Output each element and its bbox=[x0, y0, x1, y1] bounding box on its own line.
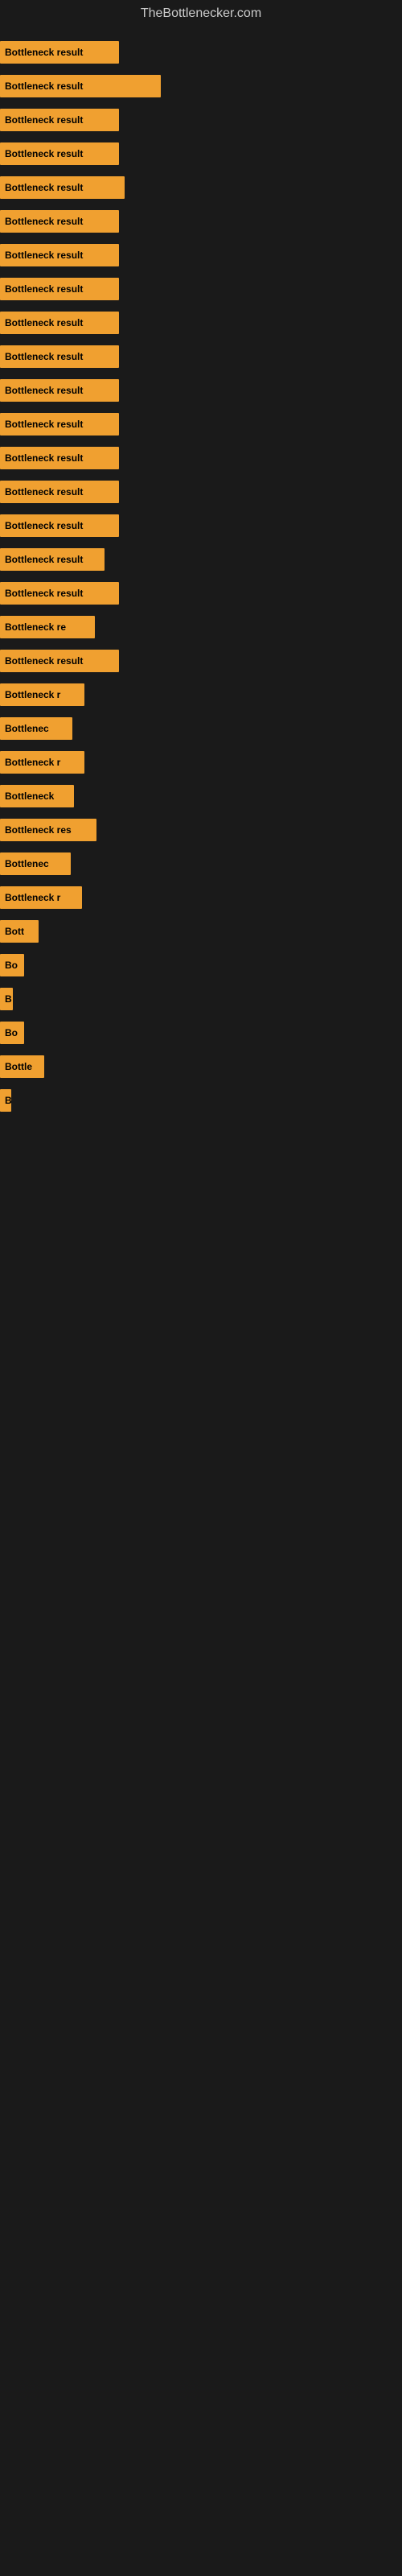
bar-label: B bbox=[5, 993, 12, 1005]
bar-row: Bo bbox=[0, 948, 402, 982]
bottleneck-bar[interactable]: B bbox=[0, 1089, 11, 1112]
bottleneck-bar[interactable]: Bottlenec bbox=[0, 852, 71, 875]
bar-row: Bottleneck result bbox=[0, 204, 402, 238]
bottleneck-bar[interactable]: Bottleneck result bbox=[0, 278, 119, 300]
bar-label: Bottleneck result bbox=[5, 655, 83, 667]
bottleneck-bar[interactable]: Bottleneck result bbox=[0, 582, 119, 605]
bar-row: Bottlenec bbox=[0, 847, 402, 881]
bar-row: Bottleneck result bbox=[0, 238, 402, 272]
bar-label: Bottleneck result bbox=[5, 148, 83, 159]
bar-row: Bottleneck bbox=[0, 779, 402, 813]
bar-label: Bottleneck result bbox=[5, 385, 83, 396]
bar-row: Bottle bbox=[0, 1050, 402, 1084]
bar-label: Bottleneck r bbox=[5, 689, 60, 700]
bar-label: Bottlenec bbox=[5, 858, 49, 869]
bar-label: Bottlenec bbox=[5, 723, 49, 734]
bar-label: Bottleneck result bbox=[5, 216, 83, 227]
bottleneck-bar[interactable]: Bottleneck result bbox=[0, 244, 119, 266]
bar-label: Bottleneck result bbox=[5, 419, 83, 430]
bar-label: Bottleneck re bbox=[5, 621, 66, 633]
bar-label: Bottleneck res bbox=[5, 824, 72, 836]
bar-row: B bbox=[0, 1084, 402, 1117]
bar-row: Bottleneck result bbox=[0, 543, 402, 576]
bar-row: Bott bbox=[0, 914, 402, 948]
bar-row: Bottleneck re bbox=[0, 610, 402, 644]
bar-label: Bo bbox=[5, 1027, 18, 1038]
bottleneck-bar[interactable]: Bottle bbox=[0, 1055, 44, 1078]
bar-label: Bottleneck result bbox=[5, 283, 83, 295]
bar-row: Bottleneck result bbox=[0, 407, 402, 441]
bottleneck-bar[interactable]: Bottleneck r bbox=[0, 886, 82, 909]
bar-label: Bottleneck result bbox=[5, 80, 83, 92]
bar-row: Bottleneck r bbox=[0, 678, 402, 712]
bottleneck-bar[interactable]: Bottleneck result bbox=[0, 379, 119, 402]
bar-label: Bottleneck r bbox=[5, 892, 60, 903]
bar-row: Bottleneck result bbox=[0, 441, 402, 475]
bottleneck-bar[interactable]: Bottleneck result bbox=[0, 650, 119, 672]
bottleneck-bar[interactable]: Bottleneck result bbox=[0, 75, 161, 97]
bar-label: Bottleneck result bbox=[5, 182, 83, 193]
bar-row: Bo bbox=[0, 1016, 402, 1050]
bottleneck-bar[interactable]: Bottleneck result bbox=[0, 142, 119, 165]
bar-row: Bottleneck result bbox=[0, 35, 402, 69]
bottleneck-bar[interactable]: Bo bbox=[0, 1022, 24, 1044]
bottleneck-bar[interactable]: Bottleneck result bbox=[0, 514, 119, 537]
bar-label: Bottleneck result bbox=[5, 520, 83, 531]
bottleneck-bar[interactable]: Bottleneck result bbox=[0, 345, 119, 368]
bottleneck-bar[interactable]: Bottleneck result bbox=[0, 312, 119, 334]
bar-label: Bottleneck result bbox=[5, 588, 83, 599]
bottleneck-bar[interactable]: Bottleneck re bbox=[0, 616, 95, 638]
bottleneck-bar[interactable]: Bottleneck result bbox=[0, 447, 119, 469]
bar-row: Bottleneck result bbox=[0, 509, 402, 543]
bar-label: Bottleneck result bbox=[5, 114, 83, 126]
bottleneck-bar[interactable]: Bottleneck res bbox=[0, 819, 96, 841]
bar-row: Bottleneck result bbox=[0, 69, 402, 103]
bar-row: Bottleneck result bbox=[0, 272, 402, 306]
bottleneck-bar[interactable]: Bott bbox=[0, 920, 39, 943]
bar-label: Bottleneck result bbox=[5, 250, 83, 261]
bar-row: Bottleneck result bbox=[0, 103, 402, 137]
bottleneck-bar[interactable]: Bottleneck result bbox=[0, 41, 119, 64]
bar-label: Bottleneck result bbox=[5, 351, 83, 362]
bottleneck-bar[interactable]: Bottleneck result bbox=[0, 210, 119, 233]
bar-row: Bottleneck r bbox=[0, 881, 402, 914]
bottleneck-bar[interactable]: Bottleneck bbox=[0, 785, 74, 807]
bar-row: Bottleneck result bbox=[0, 644, 402, 678]
bar-row: B bbox=[0, 982, 402, 1016]
bar-row: Bottleneck result bbox=[0, 306, 402, 340]
bottleneck-bar[interactable]: Bottleneck result bbox=[0, 413, 119, 436]
bottleneck-bar[interactable]: Bo bbox=[0, 954, 24, 976]
bottleneck-bar[interactable]: Bottleneck r bbox=[0, 751, 84, 774]
bar-row: Bottleneck r bbox=[0, 745, 402, 779]
bar-label: Bottleneck r bbox=[5, 757, 60, 768]
bar-label: Bottleneck result bbox=[5, 317, 83, 328]
bar-row: Bottleneck result bbox=[0, 576, 402, 610]
bar-label: Bottleneck result bbox=[5, 486, 83, 497]
bar-label: Bottle bbox=[5, 1061, 32, 1072]
bar-label: Bottleneck result bbox=[5, 452, 83, 464]
bottleneck-bar[interactable]: Bottleneck result bbox=[0, 548, 105, 571]
bottleneck-bar[interactable]: Bottleneck r bbox=[0, 683, 84, 706]
bar-row: Bottleneck result bbox=[0, 340, 402, 374]
bars-container: Bottleneck result Bottleneck result Bottle… bbox=[0, 27, 402, 1125]
bar-row: Bottleneck result bbox=[0, 475, 402, 509]
bar-label: B bbox=[5, 1095, 11, 1106]
bar-row: Bottlenec bbox=[0, 712, 402, 745]
bar-row: Bottleneck res bbox=[0, 813, 402, 847]
bottleneck-bar[interactable]: Bottleneck result bbox=[0, 481, 119, 503]
bar-row: Bottleneck result bbox=[0, 374, 402, 407]
bottleneck-bar[interactable]: Bottlenec bbox=[0, 717, 72, 740]
bottleneck-bar[interactable]: Bottleneck result bbox=[0, 109, 119, 131]
bar-label: Bottleneck result bbox=[5, 554, 83, 565]
bar-label: Bott bbox=[5, 926, 24, 937]
bar-label: Bottleneck bbox=[5, 791, 54, 802]
bottleneck-bar[interactable]: Bottleneck result bbox=[0, 176, 125, 199]
bar-label: Bottleneck result bbox=[5, 47, 83, 58]
bottleneck-bar[interactable]: B bbox=[0, 988, 13, 1010]
bar-row: Bottleneck result bbox=[0, 137, 402, 171]
site-title: TheBottlenecker.com bbox=[0, 0, 402, 27]
bar-label: Bo bbox=[5, 960, 18, 971]
bar-row: Bottleneck result bbox=[0, 171, 402, 204]
